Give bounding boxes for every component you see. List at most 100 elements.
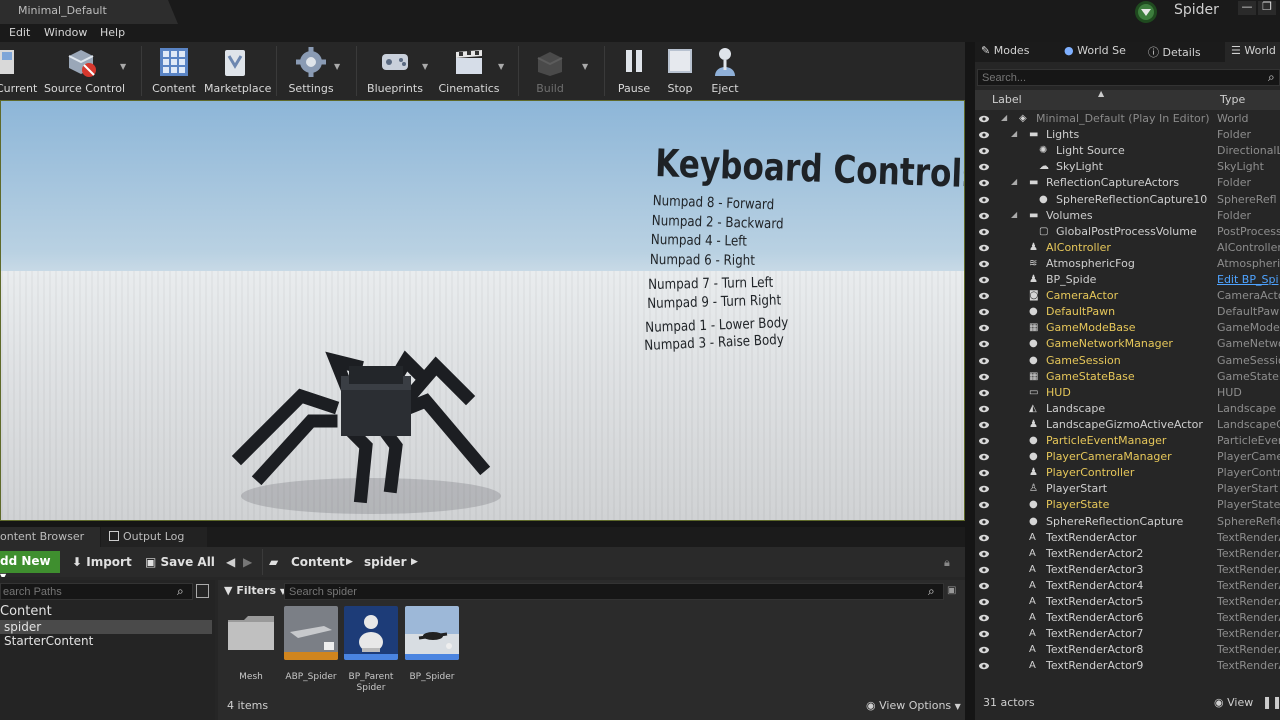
pause-icon[interactable]: ❚❚ (1262, 695, 1280, 709)
outliner-row[interactable]: A TextRenderActor2 TextRenderA (975, 546, 1280, 562)
visibility-eye-icon[interactable] (979, 517, 989, 527)
outliner-row-type[interactable]: Edit BP_Spi (1217, 273, 1279, 286)
menu-window[interactable]: Window (44, 26, 87, 39)
visibility-eye-icon[interactable] (979, 275, 989, 285)
pause-button[interactable]: Pause (614, 46, 654, 98)
outliner-row[interactable]: ● PlayerState PlayerState (975, 497, 1280, 513)
outliner-row[interactable]: ♟ AIController AIController (975, 240, 1280, 256)
forward-arrow-icon[interactable]: ▶ (243, 555, 252, 569)
outliner-row[interactable]: ● SphereReflectionCapture10 SphereRefl (975, 192, 1280, 208)
view-options-button[interactable]: ◉ View Options ▼ (866, 699, 961, 712)
outliner-row[interactable]: ♟ PlayerController PlayerContro (975, 465, 1280, 481)
column-type[interactable]: Type (1220, 93, 1245, 106)
level-tab[interactable]: Minimal_Default (0, 0, 178, 24)
outliner-row[interactable]: ☁ SkyLight SkyLight (975, 159, 1280, 175)
outliner-row[interactable]: A TextRenderActor6 TextRenderA (975, 610, 1280, 626)
visibility-eye-icon[interactable] (979, 130, 989, 140)
visibility-eye-icon[interactable] (979, 323, 989, 333)
outliner-row[interactable]: ✺ Light Source DirectionalLi (975, 143, 1280, 159)
outliner-row[interactable]: ▦ GameStateBase GameStateBa (975, 369, 1280, 385)
outliner-row[interactable]: ● GameSession GameSession (975, 353, 1280, 369)
source-control-dropdown-icon[interactable]: ▼ (120, 62, 128, 71)
visibility-eye-icon[interactable] (979, 629, 989, 639)
visibility-eye-icon[interactable] (979, 227, 989, 237)
build-button[interactable]: Build (530, 46, 570, 98)
outliner-row[interactable]: A TextRenderActor4 TextRenderA (975, 578, 1280, 594)
back-arrow-icon[interactable]: ◀ (226, 555, 235, 569)
outliner-row[interactable]: ● DefaultPawn DefaultPawn (975, 304, 1280, 320)
search-assets-input[interactable] (284, 583, 944, 600)
build-dropdown-icon[interactable]: ▼ (582, 62, 590, 71)
outliner-row[interactable]: ◢ ◈ Minimal_Default (Play In Editor) World (975, 111, 1280, 127)
visibility-eye-icon[interactable] (979, 356, 989, 366)
tree-item-startercontent[interactable]: StarterContent (0, 634, 93, 648)
outliner-row[interactable]: ◢ ▬ ReflectionCaptureActors Folder (975, 175, 1280, 191)
tab-world-settings[interactable]: ● World Se (1058, 42, 1140, 62)
save-all-button[interactable]: ▣ Save All (145, 555, 215, 569)
outliner-row[interactable]: ◙ CameraActor CameraActor (975, 288, 1280, 304)
content-button[interactable]: Content (152, 46, 196, 98)
outliner-row[interactable]: A TextRenderActor8 TextRenderA (975, 642, 1280, 658)
outliner-row[interactable]: A TextRenderActor9 TextRenderA (975, 658, 1280, 674)
settings-button[interactable]: Settings (287, 46, 335, 98)
outliner-row[interactable]: ● ParticleEventManager ParticleEvent (975, 433, 1280, 449)
tab-content-browser[interactable]: ontent Browser (0, 527, 100, 547)
outliner-row[interactable]: A TextRenderActor5 TextRenderA (975, 594, 1280, 610)
visibility-eye-icon[interactable] (979, 307, 989, 317)
tab-world-outliner[interactable]: ☰ World (1225, 42, 1280, 62)
outliner-row[interactable]: ≋ AtmosphericFog Atmospheric (975, 256, 1280, 272)
toggle-sources-icon[interactable] (196, 584, 209, 598)
save-current-button[interactable]: Current (0, 46, 37, 98)
visibility-eye-icon[interactable] (979, 565, 989, 575)
tab-output-log[interactable]: Output Log (101, 527, 207, 547)
tab-modes[interactable]: ✎ Modes (975, 42, 1057, 62)
visibility-eye-icon[interactable] (979, 468, 989, 478)
visibility-eye-icon[interactable] (979, 613, 989, 623)
outliner-row[interactable]: A TextRenderActor3 TextRenderA (975, 562, 1280, 578)
visibility-eye-icon[interactable] (979, 484, 989, 494)
visibility-eye-icon[interactable] (979, 581, 989, 591)
outliner-row[interactable]: ▦ GameModeBase GameModeBa (975, 320, 1280, 336)
restore-button[interactable]: ❐ (1258, 1, 1276, 15)
visibility-eye-icon[interactable] (979, 211, 989, 221)
visibility-eye-icon[interactable] (979, 645, 989, 655)
visibility-eye-icon[interactable] (979, 114, 989, 124)
tab-details[interactable]: ⓘ Details (1142, 42, 1224, 62)
menu-help[interactable]: Help (100, 26, 125, 39)
column-label[interactable]: Label (992, 93, 1022, 106)
visibility-eye-icon[interactable] (979, 291, 989, 301)
cinematics-dropdown-icon[interactable]: ▼ (498, 62, 506, 71)
menu-edit[interactable]: Edit (9, 26, 30, 39)
breadcrumb-content[interactable]: Content (291, 555, 345, 569)
visibility-eye-icon[interactable] (979, 452, 989, 462)
blueprints-dropdown-icon[interactable]: ▼ (422, 62, 430, 71)
outliner-row[interactable]: ▭ HUD HUD (975, 385, 1280, 401)
outliner-row[interactable]: ◭ Landscape Landscape (975, 401, 1280, 417)
expand-arrow-icon[interactable]: ◢ (1011, 177, 1023, 189)
visibility-eye-icon[interactable] (979, 500, 989, 510)
visibility-eye-icon[interactable] (979, 178, 989, 188)
outliner-row[interactable]: ♟ BP_Spide Edit BP_Spi (975, 272, 1280, 288)
panel-splitter[interactable] (965, 42, 975, 720)
source-control-button[interactable]: Source Control (44, 46, 125, 98)
outliner-row[interactable]: ♙ PlayerStart PlayerStart (975, 481, 1280, 497)
visibility-eye-icon[interactable] (979, 404, 989, 414)
expand-arrow-icon[interactable]: ◢ (1011, 129, 1023, 141)
visibility-eye-icon[interactable] (979, 162, 989, 172)
lock-icon[interactable]: 🔒︎ (944, 556, 950, 570)
outliner-view-options-button[interactable]: ◉ View (1214, 696, 1253, 709)
outliner-row[interactable]: ▢ GlobalPostProcessVolume PostProcess (975, 224, 1280, 240)
visibility-eye-icon[interactable] (979, 146, 989, 156)
marketplace-button[interactable]: Marketplace (204, 46, 271, 98)
visibility-eye-icon[interactable] (979, 661, 989, 671)
visibility-eye-icon[interactable] (979, 195, 989, 205)
visibility-eye-icon[interactable] (979, 259, 989, 269)
search-icon[interactable]: ⌕ (1268, 70, 1275, 85)
visibility-eye-icon[interactable] (979, 549, 989, 559)
settings-dropdown-icon[interactable]: ▼ (334, 62, 342, 71)
import-button[interactable]: ⬇ Import (72, 555, 132, 569)
outliner-row[interactable]: A TextRenderActor7 TextRenderA (975, 626, 1280, 642)
expand-arrow-icon[interactable]: ◢ (1001, 113, 1013, 125)
visibility-eye-icon[interactable] (979, 533, 989, 543)
visibility-eye-icon[interactable] (979, 597, 989, 607)
